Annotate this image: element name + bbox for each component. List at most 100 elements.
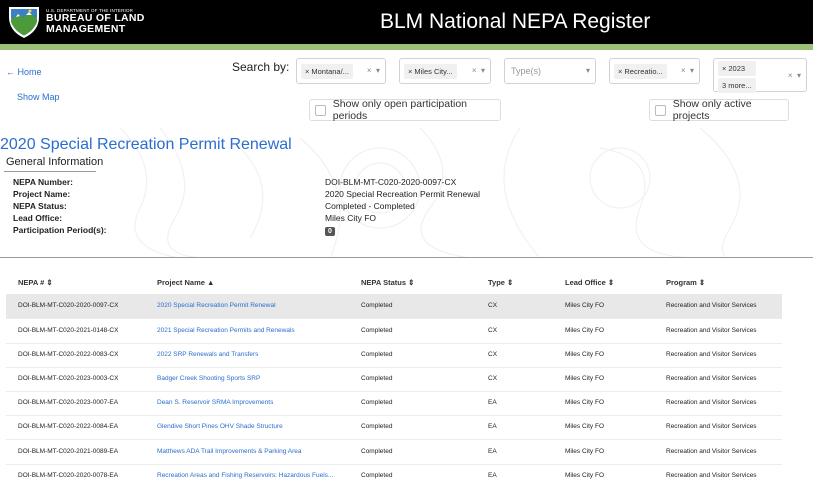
cell-nepa-number: DOI-BLM-MT-C020-2020-0078-EA (18, 472, 119, 479)
table-row[interactable]: DOI-BLM-MT-C020-2023-0007-EA Dean S. Res… (6, 391, 782, 415)
column-header-nepa-status[interactable]: NEPA Status ⇕ (361, 278, 414, 287)
cell-status: Completed (361, 351, 393, 358)
heading-underline (4, 171, 96, 172)
active-projects-checkbox[interactable] (655, 104, 666, 116)
cell-type: CX (488, 375, 498, 382)
cell-type: EA (488, 448, 497, 455)
column-header-program[interactable]: Program ⇕ (666, 278, 705, 287)
participation-count-badge: 0 (325, 227, 335, 236)
clear-and-dropdown-icon[interactable]: × ▾ (367, 66, 380, 75)
column-header-project-name[interactable]: Project Name ▲ (157, 278, 214, 287)
agency-name-line2: MANAGEMENT (46, 23, 126, 36)
open-periods-toggle[interactable]: Show only open participation periods (309, 98, 501, 122)
clear-and-dropdown-icon[interactable]: × ▾ (472, 66, 485, 75)
home-link[interactable]: ← Home (6, 67, 42, 77)
search-label: Search by: (232, 60, 290, 74)
project-link[interactable]: Dean S. Reservoir SRMA Improvements (157, 399, 273, 406)
cell-nepa-number: DOI-BLM-MT-C020-2023-0007-EA (18, 399, 119, 406)
site-title: BLM National NEPA Register (380, 10, 651, 33)
remove-chip-icon[interactable]: × (305, 67, 309, 76)
office-filter-select[interactable]: × Miles City... × ▾ (399, 58, 491, 84)
year-filter-select[interactable]: × 2023 3 more... × ▾ (713, 58, 807, 93)
cell-program: Recreation and Visitor Services (666, 423, 757, 430)
table-row[interactable]: DOI-BLM-MT-C020-2020-0097-CX 2020 Specia… (6, 294, 782, 318)
project-link[interactable]: Glendive Short Pines OHV Shade Structure (157, 423, 283, 430)
cell-nepa-number: DOI-BLM-MT-C020-2023-0003-CX (18, 375, 119, 382)
cell-program: Recreation and Visitor Services (666, 448, 757, 455)
cell-status: Completed (361, 448, 393, 455)
project-link[interactable]: 2021 Special Recreation Permits and Rene… (157, 327, 295, 334)
cell-program: Recreation and Visitor Services (666, 472, 757, 479)
project-link[interactable]: Recreation Areas and Fishing Reservoirs:… (157, 472, 333, 479)
column-header-type[interactable]: Type ⇕ (488, 278, 513, 287)
program-filter-chip[interactable]: × Recreatio... (614, 63, 667, 79)
cell-status: Completed (361, 472, 393, 479)
cell-program: Recreation and Visitor Services (666, 327, 757, 334)
cell-office: Miles City FO (565, 351, 604, 358)
field-label-nepa-number: NEPA Number: (13, 177, 73, 187)
year-filter-chip[interactable]: × 2023 (718, 61, 756, 76)
section-divider (0, 257, 813, 258)
type-filter-placeholder: Type(s) (511, 66, 542, 76)
cell-nepa-number: DOI-BLM-MT-C020-2020-0097-CX (18, 302, 119, 309)
chevron-down-icon[interactable]: ▾ (586, 66, 590, 75)
cell-office: Miles City FO (565, 448, 604, 455)
table-row[interactable]: DOI-BLM-MT-C020-2020-0078-EA Recreation … (6, 464, 782, 488)
cell-office: Miles City FO (565, 302, 604, 309)
state-filter-chip[interactable]: × Montana/... (301, 63, 353, 79)
field-label-nepa-status: NEPA Status: (13, 201, 67, 211)
cell-status: Completed (361, 399, 393, 406)
active-projects-toggle[interactable]: Show only active projects (649, 98, 789, 122)
cell-type: CX (488, 302, 498, 309)
table-row[interactable]: DOI-BLM-MT-C020-2021-0148-CX 2021 Specia… (6, 319, 782, 343)
project-link[interactable]: 2022 SRP Renewals and Transfers (157, 351, 258, 358)
remove-chip-icon[interactable]: × (722, 64, 726, 73)
open-periods-checkbox[interactable] (315, 104, 326, 116)
office-filter-chip[interactable]: × Miles City... (404, 63, 457, 79)
type-filter-select[interactable]: Type(s) ▾ (504, 58, 596, 84)
year-more-chip[interactable]: 3 more... (718, 78, 756, 93)
cell-nepa-number: DOI-BLM-MT-C020-2021-0148-CX (18, 327, 119, 334)
field-label-lead-office: Lead Office: (13, 213, 63, 223)
clear-and-dropdown-icon[interactable]: × ▾ (788, 71, 801, 80)
blm-logo[interactable]: U.S. DEPARTMENT OF THE INTERIOR BUREAU O… (8, 5, 145, 39)
cell-program: Recreation and Visitor Services (666, 302, 757, 309)
field-label-project-name: Project Name: (13, 189, 71, 199)
table-row[interactable]: DOI-BLM-MT-C020-2022-0083-CX 2022 SRP Re… (6, 343, 782, 367)
column-header-lead-office[interactable]: Lead Office ⇕ (565, 278, 614, 287)
site-header: U.S. DEPARTMENT OF THE INTERIOR BUREAU O… (0, 0, 813, 44)
remove-chip-icon[interactable]: × (618, 67, 622, 76)
program-filter-select[interactable]: × Recreatio... × ▾ (609, 58, 700, 84)
cell-office: Miles City FO (565, 399, 604, 406)
header-accent-bar (0, 44, 813, 50)
table-row[interactable]: DOI-BLM-MT-C020-2021-0089-EA Matthews AD… (6, 440, 782, 464)
cell-type: EA (488, 423, 497, 430)
cell-type: CX (488, 351, 498, 358)
general-information-heading: General Information (6, 156, 104, 168)
cell-nepa-number: DOI-BLM-MT-C020-2022-0083-CX (18, 351, 119, 358)
field-value-nepa-status: Completed - Completed (325, 201, 415, 211)
clear-and-dropdown-icon[interactable]: × ▾ (681, 66, 694, 75)
cell-office: Miles City FO (565, 327, 604, 334)
cell-nepa-number: DOI-BLM-MT-C020-2022-0084-EA (18, 423, 119, 430)
table-row[interactable]: DOI-BLM-MT-C020-2022-0084-EA Glendive Sh… (6, 415, 782, 439)
field-label-participation-periods: Participation Period(s): (13, 225, 107, 235)
cell-status: Completed (361, 375, 393, 382)
cell-status: Completed (361, 327, 393, 334)
cell-office: Miles City FO (565, 375, 604, 382)
project-link[interactable]: Matthews ADA Trail Improvements & Parkin… (157, 448, 302, 455)
cell-program: Recreation and Visitor Services (666, 399, 757, 406)
show-map-link[interactable]: Show Map (17, 92, 60, 102)
cell-type: CX (488, 327, 498, 334)
cell-office: Miles City FO (565, 472, 604, 479)
state-filter-select[interactable]: × Montana/... × ▾ (296, 58, 386, 84)
table-row[interactable]: DOI-BLM-MT-C020-2023-0003-CX Badger Cree… (6, 367, 782, 391)
column-header-nepa-number[interactable]: NEPA # ⇕ (18, 278, 53, 287)
remove-chip-icon[interactable]: × (408, 67, 412, 76)
cell-office: Miles City FO (565, 423, 604, 430)
project-link[interactable]: 2020 Special Recreation Permit Renewal (157, 302, 276, 309)
project-link[interactable]: Badger Creek Shooting Sports SRP (157, 375, 260, 382)
cell-status: Completed (361, 423, 393, 430)
blm-shield-icon (9, 7, 39, 38)
field-value-participation-periods: 0 (325, 225, 335, 236)
